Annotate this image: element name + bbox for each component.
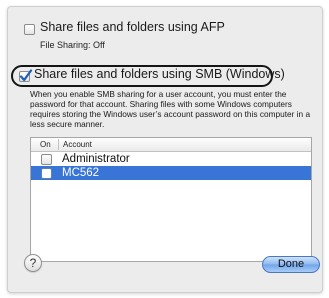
table-row-administrator[interactable]: Administrator	[31, 152, 311, 166]
afp-checkbox[interactable]	[24, 24, 35, 35]
file-sharing-options-sheet: Share files and folders using AFP File S…	[7, 6, 323, 293]
accounts-table[interactable]: On Account Administrator MC562	[30, 137, 312, 262]
checkmark-icon	[19, 69, 33, 82]
afp-checkbox-label[interactable]: Share files and folders using AFP	[40, 20, 225, 34]
column-header-account[interactable]: Account	[63, 139, 92, 150]
account-name: MC562	[62, 167, 100, 179]
smb-description: When you enable SMB sharing for a user a…	[30, 89, 311, 129]
column-divider	[58, 139, 59, 150]
column-header-on[interactable]: On	[40, 139, 51, 150]
done-button[interactable]: Done	[262, 256, 320, 273]
table-header: On Account	[31, 138, 311, 152]
account-enabled-checkbox[interactable]	[41, 168, 52, 179]
smb-checkbox-label[interactable]: Share files and folders using SMB (Windo…	[34, 67, 285, 81]
afp-status-text: File Sharing: Off	[40, 40, 105, 50]
help-button[interactable]: ?	[24, 254, 42, 272]
account-name: Administrator	[62, 153, 130, 165]
account-enabled-checkbox[interactable]	[41, 154, 52, 165]
table-row-mc562[interactable]: MC562	[31, 166, 311, 180]
smb-checkbox[interactable]	[19, 69, 33, 82]
